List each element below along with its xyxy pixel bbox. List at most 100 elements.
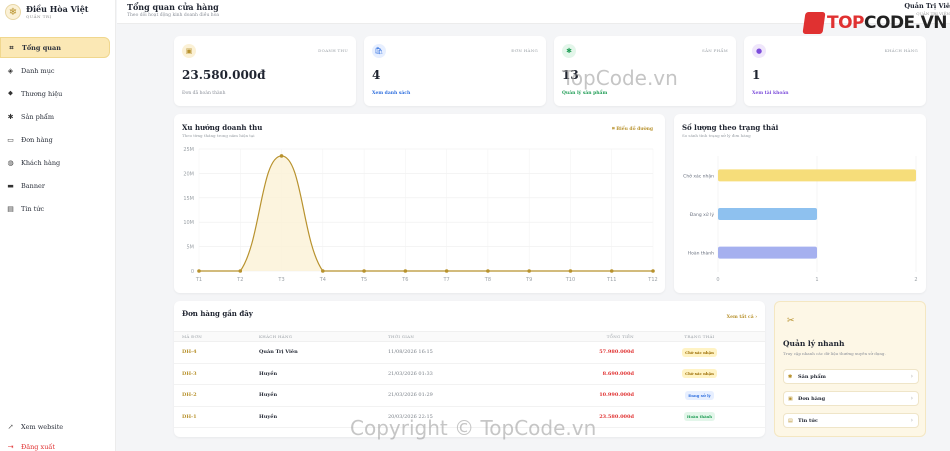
quick-link-label: Tin tức [798, 417, 818, 424]
order-total: 57.980.000đ [599, 349, 634, 356]
x-tick-label: T2 [236, 277, 243, 283]
revenue-point-T10 [568, 269, 573, 273]
status-bar-2 [718, 246, 817, 259]
quick-manage-title: Quản lý nhanh [783, 339, 845, 348]
y-tick-label: 20M [183, 171, 194, 177]
revenue-point-T9 [527, 269, 531, 273]
category-label: Đang xử lý [690, 211, 715, 218]
sidebar-bottom-label: Đăng xuất [21, 443, 55, 451]
y-tick-label: 0 [191, 269, 194, 275]
revenue-icon: ▣ [182, 44, 196, 58]
status-badge: Chờ xác nhận [682, 369, 717, 379]
order-customer: Huyền [259, 370, 278, 377]
revenue-point-T6 [403, 269, 408, 273]
stat-value: 1 [752, 68, 761, 82]
status-cell: Chờ xác nhận [634, 369, 765, 379]
page-subtitle: Theo dõi hoạt động kinh doanh điều hòa [127, 13, 220, 18]
x-tick-label: T12 [647, 277, 657, 283]
sidebar-item-2[interactable]: ⬥ Thương hiệu [0, 83, 110, 104]
view-website-link[interactable]: ↗ Xem website [0, 418, 110, 436]
order-id[interactable]: DH-1 [174, 414, 259, 420]
order-customer: Huyền [259, 392, 278, 399]
snowflake-logo-icon: ❄ [5, 4, 21, 20]
tag-icon: ⬥ [8, 89, 13, 97]
snowflake-icon: ✱ [7, 112, 14, 121]
sidebar-item-label: Banner [21, 181, 45, 190]
category-label: Hoàn thành [688, 250, 714, 257]
revenue-point-T7 [444, 269, 449, 273]
customers-icon: ● [752, 44, 766, 58]
order-time: 11/08/2026 16:15 [388, 349, 433, 356]
revenue-point-T5 [362, 269, 366, 273]
sidebar-item-label: Đơn hàng [21, 135, 53, 144]
x-tick-label: T7 [443, 277, 450, 283]
order-id[interactable]: DH-4 [174, 349, 259, 355]
status-badge: Hoàn thành [683, 412, 716, 422]
products-icon: ✱ [562, 44, 576, 58]
stat-link[interactable]: Xem danh sách [372, 91, 410, 96]
stat-label: KHÁCH HÀNG [884, 48, 918, 53]
view-all-orders-link[interactable]: Xem tất cả › [727, 315, 757, 320]
sidebar-item-label: Danh mục [21, 66, 55, 75]
revenue-point-T4 [321, 269, 325, 273]
external-link-icon: ↗ [7, 423, 14, 431]
sidebar-item-label: Thương hiệu [21, 89, 63, 98]
stat-note: Đơn đã hoàn thành [182, 91, 226, 96]
sidebar-item-label: Sản phẩm [21, 112, 55, 121]
stat-link[interactable]: Xem tài khoản [752, 91, 789, 96]
table-row[interactable]: DH-3 Huyền 21/03/2026 01:33 8.690.000đ Chờ x… [174, 364, 765, 385]
x-tick-label: 1 [815, 277, 818, 283]
table-row[interactable]: DH-4 Quản Trị Viên 11/08/2026 16:15 57.980.… [174, 342, 765, 364]
orders-table: MÃ ĐƠN KHÁCH HÀNG THỜI GIAN TỔNG TIỀN TRẠNG … [174, 331, 765, 428]
x-tick-label: 2 [914, 277, 917, 283]
quick-link-orders[interactable]: ▣ Đơn hàng › [783, 391, 919, 406]
revenue-point-T8 [486, 269, 490, 273]
x-tick-label: T4 [319, 277, 326, 283]
admin-dashboard: ❄ Điều Hòa Việt QUẢN TRỊ ⌗ Tổng quan ◈ Danh… [0, 0, 950, 451]
stat-label: DOANH THU [318, 48, 348, 53]
status-cell: Đang xử lý [634, 390, 765, 400]
watermark-logo-prefix: TOP [827, 13, 865, 33]
x-tick-label: T10 [565, 277, 575, 283]
brand[interactable]: ❄ Điều Hòa Việt QUẢN TRỊ [5, 4, 88, 20]
status-cell: Hoàn thành [634, 412, 765, 422]
user-name[interactable]: Quản Trị Viê [904, 2, 950, 10]
column-header: TRẠNG THÁI [684, 334, 715, 339]
order-id[interactable]: DH-2 [174, 392, 259, 398]
x-tick-label: 0 [716, 277, 719, 283]
quick-link-products[interactable]: ✱ Sản phẩm › [783, 369, 919, 384]
sidebar-item-7[interactable]: ▤ Tin tức [0, 198, 110, 219]
stat-value: 23.580.000đ [182, 68, 266, 82]
sidebar: ❄ Điều Hòa Việt QUẢN TRỊ ⌗ Tổng quan ◈ Danh… [0, 0, 116, 451]
sidebar-item-label: Tin tức [21, 204, 45, 213]
status-bar-0 [718, 169, 916, 182]
revenue-point-T2 [238, 269, 243, 273]
sidebar-item-4[interactable]: ▭ Đơn hàng [0, 129, 110, 150]
logout-button[interactable]: ⇥ Đăng xuất [0, 438, 110, 451]
x-tick-label: T3 [277, 277, 284, 283]
quick-link-news[interactable]: ▤ Tin tức › [783, 413, 919, 428]
sidebar-item-3[interactable]: ✱ Sản phẩm [0, 106, 110, 127]
orders-icon: ▣ [788, 395, 793, 402]
stat-label: ĐƠN HÀNG [511, 48, 538, 53]
sidebar-item-0[interactable]: ⌗ Tổng quan [0, 37, 110, 58]
watermark-copyright: Copyright © TopCode.vn [350, 416, 597, 440]
sidebar-nav: ⌗ Tổng quan ◈ Danh mục ⬥ Thương hiệu ✱ Sản phẩm… [0, 37, 116, 221]
chevron-right-icon: › [910, 417, 913, 424]
table-row[interactable]: DH-2 Huyền 21/03/2026 01:29 10.990.000đ Đang… [174, 385, 765, 407]
sidebar-item-6[interactable]: ▬ Banner [0, 175, 110, 196]
orders-table-header: MÃ ĐƠN KHÁCH HÀNG THỜI GIAN TỔNG TIỀN TRẠNG … [174, 331, 765, 342]
view-all-label: Xem tất cả [726, 315, 754, 320]
y-tick-label: 5M [187, 245, 195, 251]
brand-name: Điều Hòa Việt [26, 3, 89, 14]
sidebar-item-5[interactable]: ◍ Khách hàng [0, 152, 110, 173]
sidebar-item-1[interactable]: ◈ Danh mục [0, 60, 110, 81]
order-id[interactable]: DH-3 [174, 371, 259, 377]
stat-link[interactable]: Quản lý sản phẩm [562, 91, 607, 96]
quick-manage-subtitle: Truy cập nhanh các dữ liệu thường xuyên … [783, 351, 886, 356]
y-tick-label: 25M [183, 147, 194, 153]
products-icon: ✱ [788, 373, 793, 380]
y-tick-label: 15M [183, 196, 194, 202]
status-chart: 0 1 2 Chờ xác nhận Đang xử lý Hoàn thành [683, 156, 918, 283]
order-total: 10.990.000đ [599, 392, 634, 399]
